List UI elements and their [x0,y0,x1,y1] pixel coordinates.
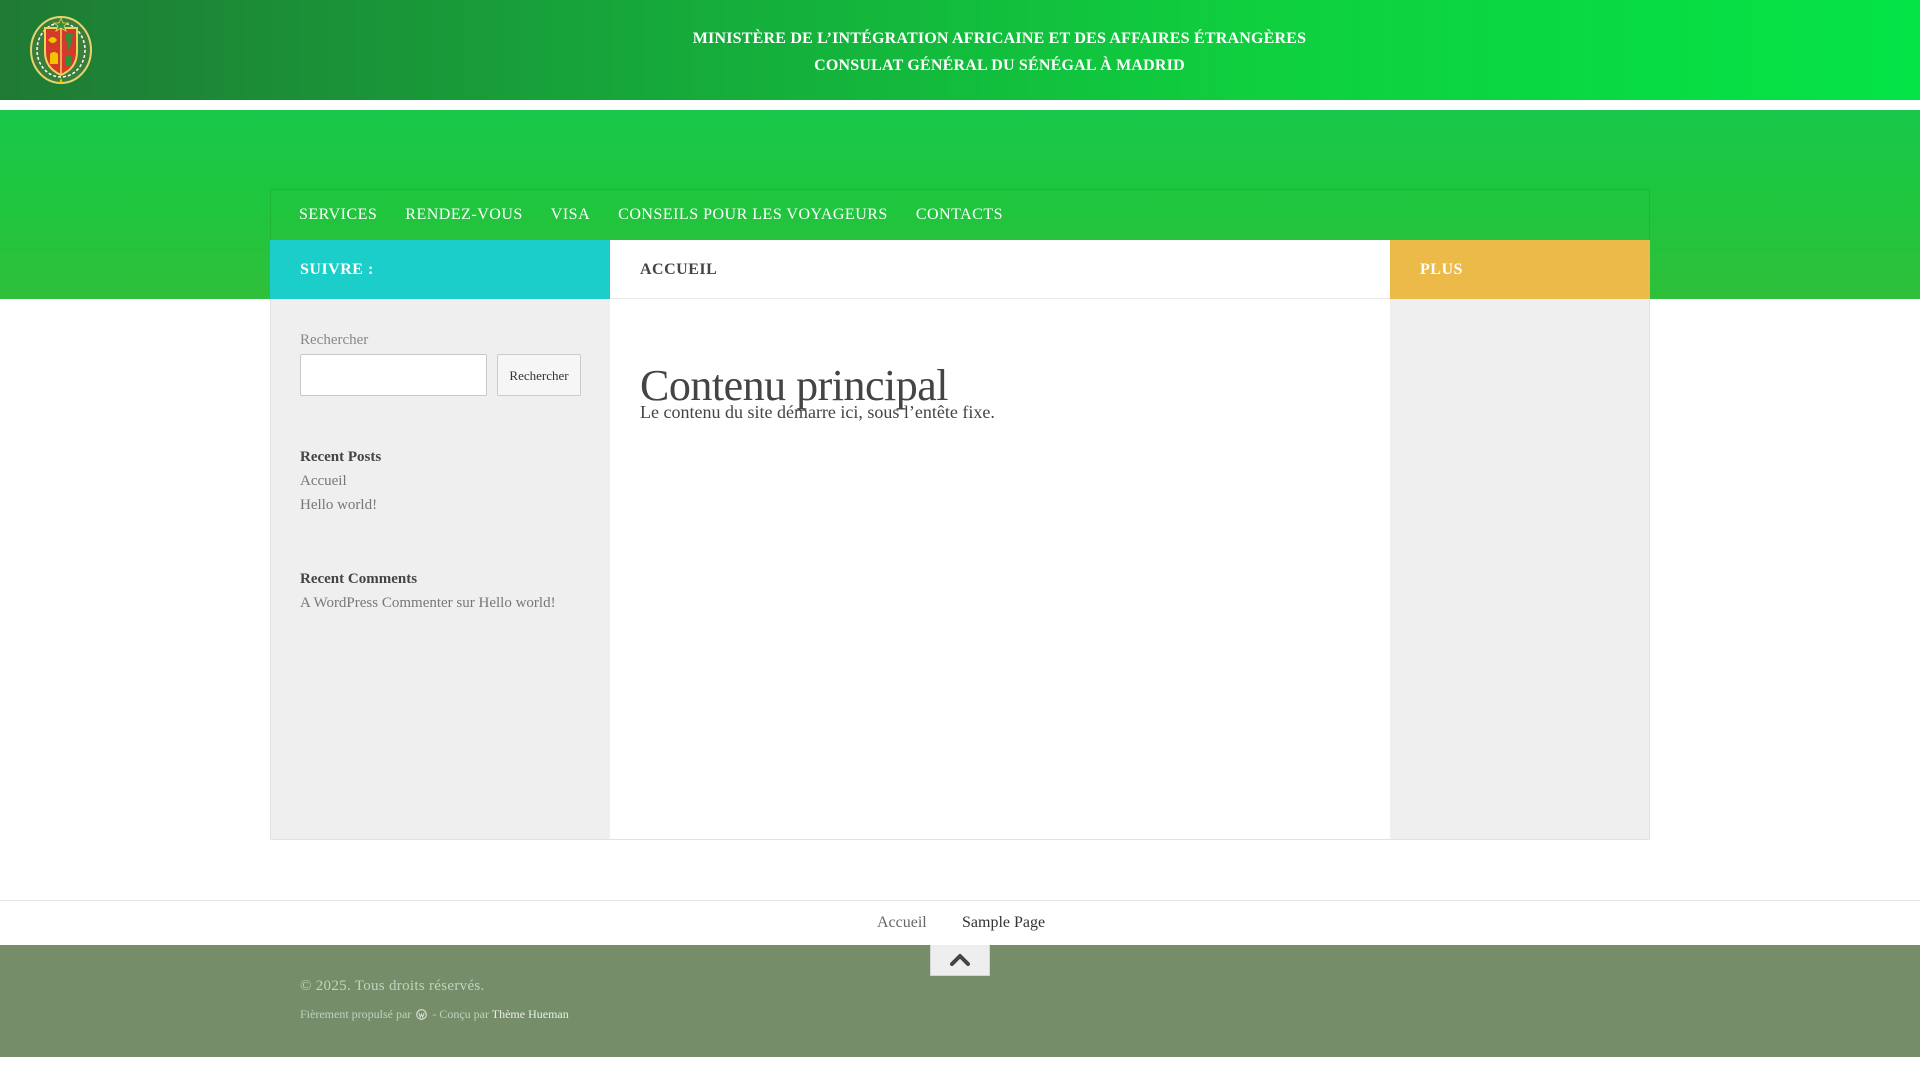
powered-prefix: Fièrement propulsé par [300,1007,412,1021]
right-sidebar [1390,299,1650,840]
more-header[interactable]: PLUS [1390,240,1650,299]
main-navigation: SERVICES RENDEZ-VOUS VISA CONSEILS POUR … [270,189,1650,239]
recent-comments-title: Recent Comments [300,571,418,587]
nav-item-rendez-vous[interactable]: RENDEZ-VOUS [391,206,537,224]
ministry-title: MINISTÈRE DE L’INTÉGRATION AFRICAINE ET … [692,30,1307,47]
header-titles: MINISTÈRE DE L’INTÉGRATION AFRICAINE ET … [0,25,1920,79]
recent-post-link[interactable]: Hello world! [300,497,377,514]
search-button[interactable]: Rechercher [497,354,581,396]
main-content: Contenu principal Le contenu du site dém… [610,299,1390,840]
search-input[interactable] [300,354,487,396]
wordpress-icon[interactable] [416,1009,428,1024]
copyright-text: © 2025. Tous droits réservés. [300,978,485,994]
powered-by: Fièrement propulsé par - Conçu par Thème… [300,1007,569,1024]
site-header: MINISTÈRE DE L’INTÉGRATION AFRICAINE ET … [0,0,1920,100]
consulate-title: CONSULAT GÉNÉRAL DU SÉNÉGAL À MADRID [814,57,1185,74]
page-text: Le contenu du site démarre ici, sous l’e… [640,402,995,422]
recent-post-link[interactable]: Accueil [300,473,347,490]
breadcrumb: ACCUEIL [610,240,1390,299]
back-to-top-button[interactable] [930,945,990,976]
nav-item-conseils[interactable]: CONSEILS POUR LES VOYAGEURS [604,206,902,224]
search-label: Rechercher [300,332,369,348]
nav-item-visa[interactable]: VISA [537,206,604,224]
footer-link-sample-page[interactable]: Sample Page [962,914,1045,932]
header-divider [0,100,1920,110]
chevron-up-icon [950,954,970,966]
follow-header: SUIVRE : [270,240,610,299]
footer-link-accueil[interactable]: Accueil [877,914,927,932]
page-bottom [0,1057,1920,1080]
nav-item-contacts[interactable]: CONTACTS [902,206,1017,224]
footer-navigation: Accueil Sample Page [0,900,1920,945]
theme-link[interactable]: Thème Hueman [492,1007,569,1021]
recent-comment-item[interactable]: A WordPress Commenter sur Hello world! [300,595,556,612]
left-sidebar: Rechercher Rechercher Recent Posts Accue… [270,299,610,840]
recent-posts-title: Recent Posts [300,449,382,465]
designed-by: - Conçu par [432,1007,489,1021]
nav-item-services[interactable]: SERVICES [285,206,391,224]
